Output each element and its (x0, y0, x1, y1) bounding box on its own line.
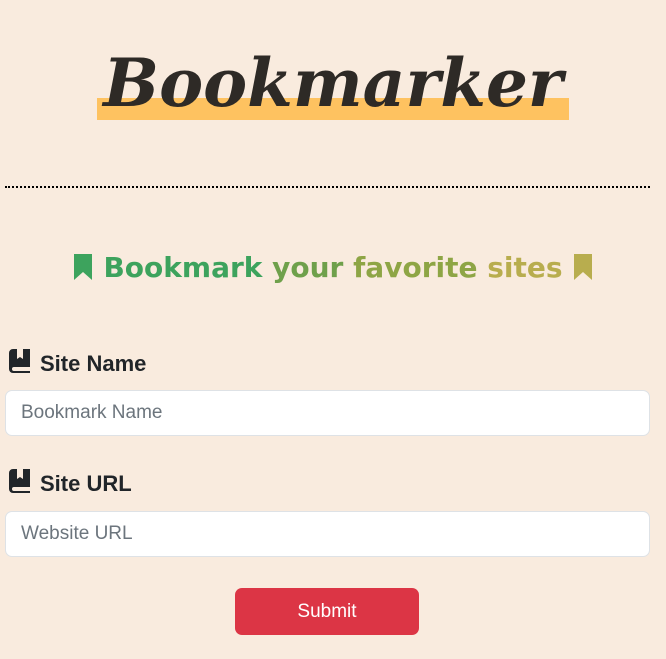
book-bookmark-icon (9, 469, 40, 499)
site-name-label: Site Name (9, 349, 147, 379)
divider (5, 186, 650, 188)
site-url-input[interactable] (5, 511, 650, 557)
site-url-label: Site URL (9, 469, 132, 499)
tagline-word-your: your (262, 251, 344, 284)
tagline-word-sites: sites (477, 251, 563, 284)
bookmark-icon (72, 251, 104, 284)
tagline-word-bookmark: Bookmark (103, 251, 263, 284)
bookmark-icon (572, 251, 594, 284)
site-url-label-text: Site URL (40, 471, 132, 496)
app-title: Bookmarker (97, 50, 570, 120)
tagline-word-favorite: favorite (343, 251, 478, 284)
submit-button[interactable]: Submit (235, 588, 419, 635)
tagline: Bookmark your favorite sites (0, 250, 666, 286)
site-name-input[interactable] (5, 390, 650, 436)
logo-header: Bookmarker (0, 50, 666, 120)
book-bookmark-icon (9, 349, 40, 379)
site-name-label-text: Site Name (40, 351, 147, 376)
